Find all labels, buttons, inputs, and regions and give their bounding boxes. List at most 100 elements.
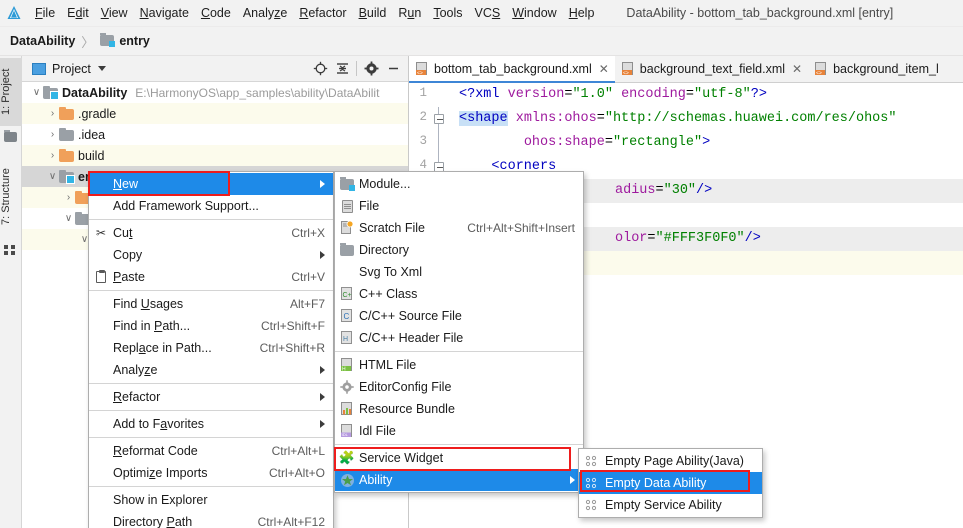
fold-collapse-icon[interactable]	[434, 114, 444, 124]
submenu-item-resource-bundle[interactable]: Resource Bundle	[335, 398, 583, 420]
tree-label: .idea	[78, 127, 106, 142]
tab-background-item-l[interactable]: <> background_item_l	[808, 56, 945, 82]
menu-refactor[interactable]: Refactor	[293, 4, 352, 22]
breadcrumb-root[interactable]: DataAbility	[10, 34, 75, 48]
code-line-partial-color: olor="#FFF3F0F0"/>	[615, 231, 761, 246]
menu-item-find-in-path[interactable]: Find in Path... Ctrl+Shift+F	[89, 315, 333, 337]
menu-item-refactor[interactable]: Refactor	[89, 386, 333, 408]
hide-panel-icon[interactable]	[382, 58, 404, 80]
chevron-right-icon[interactable]: ›	[46, 145, 59, 166]
menu-item-shortcut: Alt+F7	[289, 297, 325, 311]
orange-folder-icon	[59, 107, 74, 120]
menu-separator	[89, 219, 333, 220]
submenu-item-module[interactable]: Module...	[335, 173, 583, 195]
submenu-item-c-source-file[interactable]: C C/C++ Source File	[335, 305, 583, 327]
chevron-expanded-icon[interactable]: ∨	[62, 208, 75, 229]
chevron-right-icon[interactable]: ›	[46, 103, 59, 124]
tab-background-text-field-xml[interactable]: <> background_text_field.xml ✕	[615, 56, 808, 82]
menu-item-reformat-code[interactable]: Reformat Code Ctrl+Alt+L	[89, 440, 333, 462]
ability-submenu[interactable]: Empty Page Ability(Java) Empty Data Abil…	[578, 448, 763, 518]
line-number: 3	[419, 134, 427, 148]
new-submenu[interactable]: Module... File Scratch File Ctrl+Alt+Shi…	[334, 171, 584, 493]
close-icon[interactable]: ✕	[792, 62, 802, 76]
tree-row-dataability[interactable]: ∨ DataAbility E:\HarmonyOS\app_samples\a…	[22, 82, 408, 103]
module-folder-icon	[59, 170, 75, 184]
submenu-item-label: HTML File	[359, 358, 417, 372]
menu-edit[interactable]: Edit	[61, 4, 95, 22]
collapse-all-icon[interactable]	[331, 58, 353, 80]
submenu-item-cpp-class[interactable]: C+ C++ Class	[335, 283, 583, 305]
context-menu[interactable]: New Add Framework Support... ✂ Cut Ctrl+…	[88, 171, 334, 528]
svg-text:<>: <>	[816, 70, 822, 76]
menu-navigate[interactable]: Navigate	[134, 4, 195, 22]
chevron-right-icon[interactable]: ›	[62, 187, 75, 208]
menu-item-analyze[interactable]: Analyze	[89, 359, 333, 381]
submenu-item-html-file[interactable]: H HTML File	[335, 354, 583, 376]
menu-item-new[interactable]: New	[89, 173, 333, 195]
chevron-expanded-icon[interactable]: ∨	[30, 82, 43, 103]
menu-item-add-to-favorites[interactable]: Add to Favorites	[89, 413, 333, 435]
close-icon[interactable]: ✕	[599, 62, 609, 76]
tree-row-gradle[interactable]: › .gradle	[22, 103, 408, 124]
menu-item-paste[interactable]: Paste Ctrl+V	[89, 266, 333, 288]
menu-item-copy[interactable]: Copy	[89, 244, 333, 266]
submenu-item-scratch-file[interactable]: Scratch File Ctrl+Alt+Shift+Insert	[335, 217, 583, 239]
tree-row-idea[interactable]: › .idea	[22, 124, 408, 145]
chevron-down-icon[interactable]	[97, 66, 106, 71]
menu-item-add-framework-support[interactable]: Add Framework Support...	[89, 195, 333, 217]
svg-text:H: H	[342, 366, 346, 372]
submenu-item-editorconfig-file[interactable]: EditorConfig File	[335, 376, 583, 398]
menu-analyze[interactable]: Analyze	[237, 4, 293, 22]
scissors-icon: ✂	[95, 226, 107, 240]
settings-gear-icon[interactable]	[360, 58, 382, 80]
menu-item-show-in-explorer[interactable]: Show in Explorer	[89, 489, 333, 511]
xml-file-icon: <>	[621, 62, 635, 76]
locate-icon[interactable]	[309, 58, 331, 80]
menu-build[interactable]: Build	[353, 4, 393, 22]
menu-item-shortcut: Ctrl+X	[291, 226, 325, 240]
tree-row-build[interactable]: › build	[22, 145, 408, 166]
submenu-item-label: Ability	[359, 473, 393, 487]
sidebar-item-project[interactable]: 1: Project	[0, 58, 22, 126]
menu-code[interactable]: Code	[195, 4, 237, 22]
sidebar-item-structure[interactable]: 7: Structure	[0, 156, 22, 238]
menu-run[interactable]: Run	[392, 4, 427, 22]
submenu-item-file[interactable]: File	[335, 195, 583, 217]
menu-help[interactable]: Help	[563, 4, 601, 22]
menu-item-find-usages[interactable]: Find Usages Alt+F7	[89, 293, 333, 315]
window-title: DataAbility - bottom_tab_background.xml …	[626, 6, 894, 20]
submenu-item-empty-service-ability[interactable]: Empty Service Ability	[579, 494, 762, 516]
submenu-item-ability[interactable]: Ability	[335, 469, 583, 491]
chevron-expanded-icon[interactable]: ∨	[46, 166, 59, 187]
menu-item-replace-in-path[interactable]: Replace in Path... Ctrl+Shift+R	[89, 337, 333, 359]
submenu-item-label: Idl File	[359, 424, 396, 438]
chevron-right-icon[interactable]: ›	[46, 124, 59, 145]
ability-grid-icon	[583, 497, 599, 513]
line-number: 1	[419, 86, 427, 100]
svg-text:C: C	[344, 312, 350, 321]
submenu-item-empty-page-ability-java[interactable]: Empty Page Ability(Java)	[579, 450, 762, 472]
svg-text:C+: C+	[343, 292, 352, 299]
menu-tools[interactable]: Tools	[427, 4, 468, 22]
menu-window[interactable]: Window	[506, 4, 562, 22]
submenu-item-label: Directory	[359, 243, 410, 257]
menu-file[interactable]: File	[29, 4, 61, 22]
submenu-item-svg-to-xml[interactable]: Svg To Xml	[335, 261, 583, 283]
menu-vcs[interactable]: VCS	[469, 4, 507, 22]
breadcrumb: DataAbility 〉 entry	[0, 27, 963, 56]
submenu-item-service-widget[interactable]: 🧩 Service Widget	[335, 447, 583, 469]
submenu-item-empty-data-ability[interactable]: Empty Data Ability	[579, 472, 762, 494]
submenu-item-label: Empty Page Ability(Java)	[605, 454, 744, 468]
editor-tab-bar: <> bottom_tab_background.xml ✕ <> backgr…	[409, 56, 963, 83]
menu-item-optimize-imports[interactable]: Optimize Imports Ctrl+Alt+O	[89, 462, 333, 484]
menu-item-directory-path[interactable]: Directory Path Ctrl+Alt+F12	[89, 511, 333, 528]
submenu-item-c-header-file[interactable]: H C/C++ Header File	[335, 327, 583, 349]
submenu-item-idl-file[interactable]: IDL Idl File	[335, 420, 583, 442]
submenu-item-shortcut: Ctrl+Alt+Shift+Insert	[467, 221, 575, 235]
submenu-item-directory[interactable]: Directory	[335, 239, 583, 261]
breadcrumb-leaf[interactable]: entry	[119, 34, 150, 48]
tab-bottom-tab-background-xml[interactable]: <> bottom_tab_background.xml ✕	[409, 56, 615, 83]
menu-view[interactable]: View	[95, 4, 134, 22]
menu-item-cut[interactable]: ✂ Cut Ctrl+X	[89, 222, 333, 244]
tree-label: DataAbility	[62, 85, 128, 100]
